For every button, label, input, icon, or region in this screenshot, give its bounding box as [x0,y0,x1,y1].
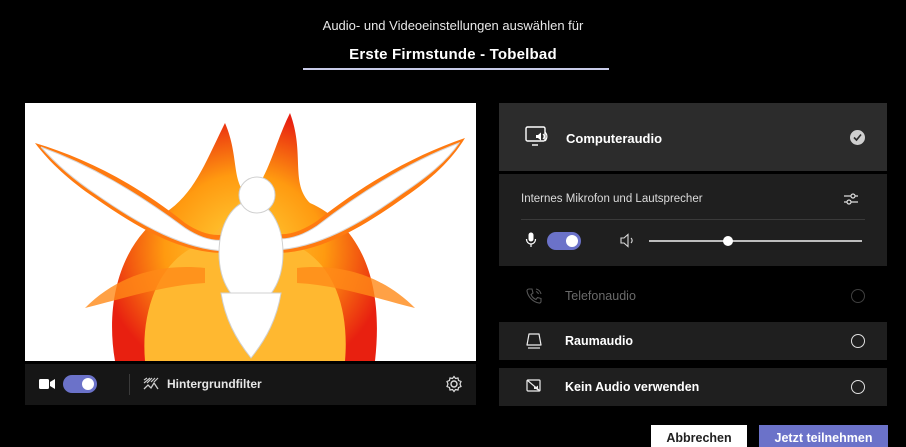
background-filter-button[interactable]: Hintergrundfilter [167,377,262,391]
no-audio-radio[interactable] [851,380,865,394]
device-settings-icon[interactable] [445,375,463,393]
divider [129,374,130,395]
meeting-title: Erste Firmstunde - Tobelbad [349,46,557,63]
speaker-icon [620,233,633,248]
no-audio-icon [526,379,541,392]
background-filter-icon [143,377,159,390]
divider [521,219,865,220]
audio-device-label: Internes Mikrofon und Lautsprecher [521,193,703,205]
option-room-audio[interactable]: Raumaudio [499,322,887,360]
microphone-toggle[interactable] [547,232,581,250]
video-controls-bar: Hintergrundfilter [25,364,476,405]
no-audio-label: Kein Audio verwenden [565,380,700,394]
computer-audio-label: Computeraudio [566,131,663,146]
phone-audio-radio [851,289,865,303]
room-audio-label: Raumaudio [565,334,634,348]
option-phone-audio: Telefonaudio [499,277,887,315]
video-preview [25,103,476,361]
volume-slider-thumb[interactable] [722,236,733,246]
dialog-subtitle: Audio- und Videoeinstellungen auswählen … [322,18,584,33]
join-now-button[interactable]: Jetzt teilnehmen [759,425,888,447]
phone-icon [526,288,542,304]
room-device-icon [526,333,542,349]
volume-slider[interactable] [649,240,862,242]
option-computer-audio[interactable]: Computeraudio [499,103,887,171]
room-audio-radio[interactable] [851,334,865,348]
phone-audio-label: Telefonaudio [565,289,636,303]
monitor-speaker-icon [525,126,548,146]
adjust-settings-icon[interactable] [843,191,859,207]
camera-icon [39,379,55,389]
device-settings-panel: Internes Mikrofon und Lautsprecher [499,174,887,266]
phoenix-dove-image [25,103,476,361]
option-no-audio[interactable]: Kein Audio verwenden [499,368,887,406]
selected-check-icon [850,130,865,145]
microphone-icon [525,232,537,247]
cancel-button[interactable]: Abbrechen [651,425,747,447]
title-underline [303,68,609,70]
camera-toggle[interactable] [63,375,97,393]
